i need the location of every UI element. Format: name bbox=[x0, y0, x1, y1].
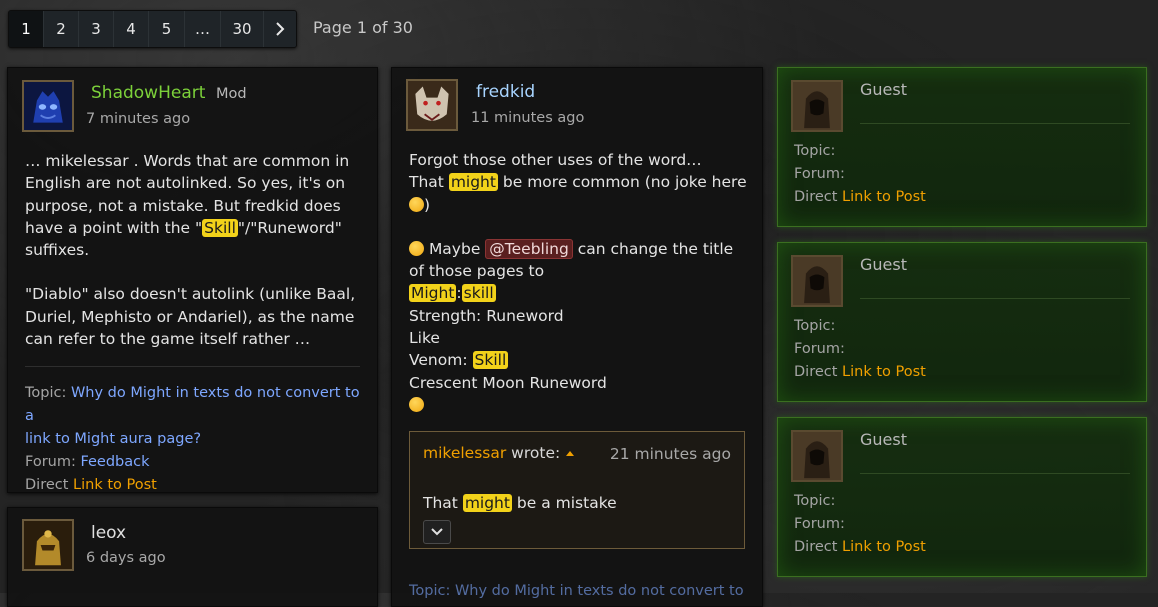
pagination: 1 2 3 4 5 … 30 bbox=[8, 10, 297, 48]
highlight: Might bbox=[409, 284, 457, 303]
chevron-right-icon bbox=[276, 22, 285, 36]
avatar[interactable] bbox=[22, 80, 74, 132]
werewolf-avatar-icon bbox=[408, 81, 456, 129]
post-card-shadowheart: ShadowHeart Mod 7 minutes ago … mikeless… bbox=[7, 67, 378, 493]
forum-link[interactable]: Feedback bbox=[80, 454, 149, 470]
post-body: … mikelessar . Words that are common in … bbox=[25, 152, 356, 349]
avatar[interactable] bbox=[791, 80, 843, 132]
post-footer: Topic: Forum: Direct Link to Post bbox=[794, 143, 926, 205]
avatar[interactable] bbox=[791, 430, 843, 482]
link-to-post[interactable]: Link to Post bbox=[842, 189, 926, 205]
page-5-button[interactable]: 5 bbox=[149, 11, 185, 47]
username: Guest bbox=[860, 255, 907, 274]
wink-emoji-icon bbox=[409, 196, 424, 212]
topic-link-continued[interactable]: link to Might aura page? bbox=[25, 428, 365, 451]
divider bbox=[860, 123, 1130, 124]
username: Guest bbox=[860, 80, 907, 99]
divider bbox=[860, 298, 1130, 299]
role-badge: Mod bbox=[216, 86, 247, 102]
guest-card: Guest Topic: Forum: Direct Link to Post bbox=[777, 67, 1147, 227]
page-4-button[interactable]: 4 bbox=[114, 11, 149, 47]
avatar[interactable] bbox=[22, 519, 74, 571]
page-30-button[interactable]: 30 bbox=[221, 11, 264, 47]
quote-block: mikelessar wrote: 21 minutes ago That mi… bbox=[409, 431, 745, 549]
quote-author[interactable]: mikelessar bbox=[423, 444, 506, 462]
topic-partial: Topic: Why do Might in texts do not conv… bbox=[409, 583, 744, 599]
post-time[interactable]: 7 minutes ago bbox=[86, 111, 190, 127]
mention-teebling[interactable]: @Teebling bbox=[485, 238, 573, 259]
highlight: Skill bbox=[202, 218, 238, 237]
username[interactable]: ShadowHeart bbox=[91, 83, 205, 103]
guest-card: Guest Topic: Forum: Direct Link to Post bbox=[777, 242, 1147, 402]
highlight: Skill bbox=[472, 351, 509, 370]
guest-card: Guest Topic: Forum: Direct Link to Post bbox=[777, 417, 1147, 577]
link-to-post[interactable]: Link to Post bbox=[73, 477, 157, 492]
topic-link[interactable]: Why do Might in texts do not convert to … bbox=[25, 385, 360, 424]
username[interactable]: leox bbox=[91, 523, 126, 543]
page-3-button[interactable]: 3 bbox=[79, 11, 114, 47]
hooded-figure-icon bbox=[793, 82, 841, 130]
post-footer: Topic: Forum: Direct Link to Post bbox=[794, 493, 926, 555]
post-footer: Topic: Forum: Direct Link to Post bbox=[794, 318, 926, 380]
demon-avatar-icon bbox=[24, 82, 72, 130]
post-body: Forgot those other uses of the word… Tha… bbox=[409, 149, 754, 416]
post-footer: Topic: Why do Might in texts do not conv… bbox=[25, 382, 365, 492]
thinking-emoji-icon bbox=[409, 240, 424, 256]
link-to-post[interactable]: Link to Post bbox=[842, 539, 926, 555]
post-time[interactable]: 6 days ago bbox=[86, 550, 166, 566]
highlight: skill bbox=[461, 284, 496, 303]
highlight: might bbox=[448, 173, 498, 192]
page-1-button[interactable]: 1 bbox=[9, 11, 44, 47]
username: Guest bbox=[860, 430, 907, 449]
quote-text: That might be a mistake bbox=[423, 494, 617, 512]
quote-header: mikelessar wrote: bbox=[423, 444, 575, 462]
avatar[interactable] bbox=[791, 255, 843, 307]
highlight: might bbox=[462, 494, 512, 512]
page-2-button[interactable]: 2 bbox=[44, 11, 79, 47]
quote-time: 21 minutes ago bbox=[609, 445, 731, 463]
divider bbox=[25, 366, 360, 367]
hooded-figure-icon bbox=[793, 257, 841, 305]
post-card-leox: leox 6 days ago bbox=[7, 507, 378, 607]
chevron-down-icon bbox=[431, 528, 443, 536]
avatar[interactable] bbox=[406, 79, 458, 131]
divider bbox=[860, 473, 1130, 474]
expand-quote-button[interactable] bbox=[423, 520, 451, 544]
link-to-post[interactable]: Link to Post bbox=[842, 364, 926, 380]
hooded-figure-icon bbox=[793, 432, 841, 480]
next-page-button[interactable] bbox=[264, 11, 296, 47]
thinking-emoji-icon bbox=[409, 396, 424, 412]
username[interactable]: fredkid bbox=[476, 82, 535, 102]
page-ellipsis-button[interactable]: … bbox=[185, 11, 221, 47]
post-time[interactable]: 11 minutes ago bbox=[471, 110, 584, 126]
knight-avatar-icon bbox=[24, 521, 72, 569]
page-info: Page 1 of 30 bbox=[313, 18, 413, 37]
caret-up-icon[interactable] bbox=[565, 449, 575, 457]
